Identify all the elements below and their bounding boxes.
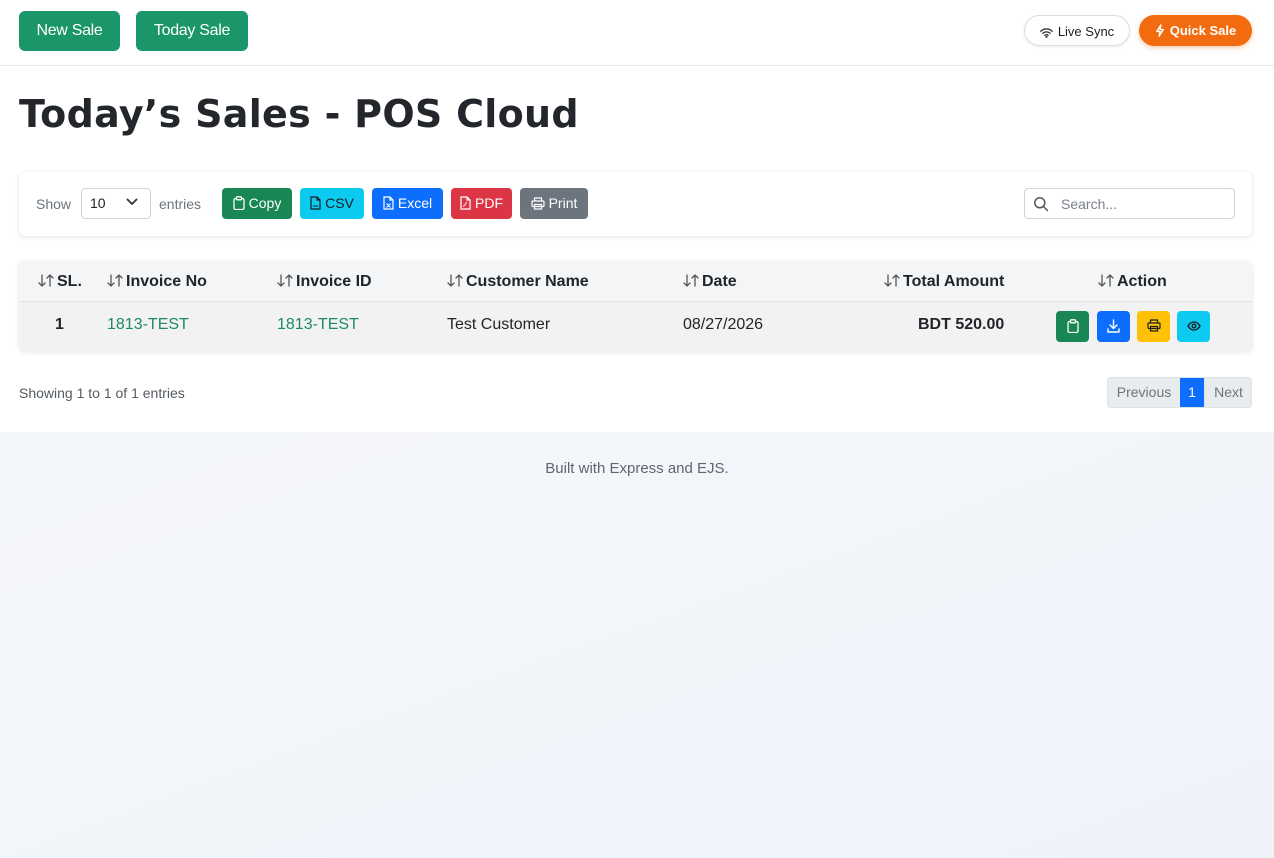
column-label: SL.: [57, 273, 82, 290]
cell-date: 08/27/2026: [683, 316, 764, 333]
sort-arrows-icon: [447, 274, 463, 287]
page-title: Today’s Sales - POS Cloud: [19, 92, 579, 136]
csv-label: CSV: [325, 195, 354, 211]
cell-customer-name: Test Customer: [447, 316, 551, 333]
new-sale-button[interactable]: New Sale: [19, 11, 120, 51]
clipboard-icon: [233, 196, 245, 211]
column-label: Customer Name: [466, 273, 589, 290]
sort-arrows-icon: [107, 274, 123, 287]
sort-arrows-icon: [277, 274, 293, 287]
search-field[interactable]: [1024, 188, 1235, 219]
print-invoice-button[interactable]: [1137, 311, 1170, 342]
search-icon: [1034, 197, 1049, 212]
quick-sale-button[interactable]: Quick Sale: [1139, 15, 1252, 46]
footer-text: Built with Express and EJS.: [545, 460, 729, 477]
print-label: Print: [548, 195, 578, 211]
cell-total-amount: BDT 520.00: [918, 316, 1005, 333]
search-input[interactable]: [1061, 189, 1231, 218]
column-label: Total Amount: [903, 273, 1005, 290]
quick-sale-label: Quick Sale: [1169, 23, 1237, 38]
view-invoice-button[interactable]: [1056, 311, 1089, 342]
sort-arrows-icon: [1098, 274, 1114, 287]
table-row: 1 1813-TEST 1813-TEST Test Customer 08/2…: [19, 302, 1252, 351]
pdf-button[interactable]: PDF: [451, 188, 512, 219]
table-header: SL. Invoice No Invoice ID Customer Name …: [19, 261, 1252, 302]
pagination-next-button[interactable]: Next: [1204, 378, 1251, 407]
table-toolbar: Show 10 entries Copy CSV Excel PDF Print: [19, 172, 1252, 236]
lightning-icon: [1155, 24, 1164, 37]
chevron-down-icon: [126, 198, 138, 205]
column-label: Date: [702, 273, 737, 290]
excel-button[interactable]: Excel: [372, 188, 443, 219]
download-invoice-button[interactable]: [1097, 311, 1130, 342]
download-icon: [1107, 319, 1120, 333]
main-content: Today’s Sales - POS Cloud Show 10 entrie…: [0, 66, 1274, 432]
excel-label: Excel: [397, 195, 433, 211]
printer-icon: [1146, 319, 1161, 332]
sales-table: SL. Invoice No Invoice ID Customer Name …: [19, 261, 1252, 351]
file-pdf-icon: [460, 196, 471, 210]
file-csv-icon: [310, 196, 321, 210]
column-header-total-amount[interactable]: Total Amount: [883, 273, 1004, 291]
column-header-invoice-id[interactable]: Invoice ID: [276, 273, 372, 291]
copy-label: Copy: [248, 195, 282, 211]
show-label: Show: [36, 196, 72, 212]
sort-arrows-icon: [683, 274, 699, 287]
page-length-select[interactable]: 10: [81, 188, 151, 219]
pdf-label: PDF: [475, 195, 503, 211]
csv-button[interactable]: CSV: [300, 188, 364, 219]
column-label: Invoice ID: [296, 273, 372, 290]
sort-arrows-icon: [884, 274, 900, 287]
pagination-previous-button[interactable]: Previous: [1108, 378, 1180, 407]
cell-invoice-id-link[interactable]: 1813-TEST: [277, 316, 359, 334]
pagination-page-1[interactable]: 1: [1180, 378, 1204, 407]
live-sync-button[interactable]: Live Sync: [1024, 15, 1130, 46]
file-excel-icon: [383, 196, 394, 210]
pagination-info: Showing 1 to 1 of 1 entries: [19, 385, 185, 401]
column-label: Action: [1117, 273, 1167, 290]
column-label: Invoice No: [126, 273, 207, 290]
today-sale-button[interactable]: Today Sale: [136, 11, 248, 51]
column-header-customer-name[interactable]: Customer Name: [446, 273, 589, 291]
sort-arrows-icon: [38, 274, 54, 287]
entries-label: entries: [159, 196, 202, 212]
copy-button[interactable]: Copy: [222, 188, 292, 219]
column-header-sl[interactable]: SL.: [37, 273, 82, 291]
wifi-icon: [1039, 28, 1053, 38]
printer-icon: [530, 197, 545, 210]
eye-icon: [1186, 321, 1201, 331]
live-sync-label: Live Sync: [1057, 24, 1115, 39]
cell-invoice-no-link[interactable]: 1813-TEST: [107, 316, 189, 334]
column-header-invoice-no[interactable]: Invoice No: [106, 273, 207, 291]
pagination: Previous 1 Next: [1107, 377, 1252, 408]
cell-sl: 1: [55, 316, 64, 333]
column-header-action[interactable]: Action: [1097, 273, 1167, 291]
top-navbar: New Sale Today Sale Live Sync Quick Sale: [0, 0, 1274, 66]
preview-invoice-button[interactable]: [1177, 311, 1210, 342]
column-header-date[interactable]: Date: [682, 273, 737, 291]
page-length-value: 10: [90, 195, 106, 211]
clipboard-icon: [1066, 319, 1079, 334]
print-button[interactable]: Print: [520, 188, 588, 219]
